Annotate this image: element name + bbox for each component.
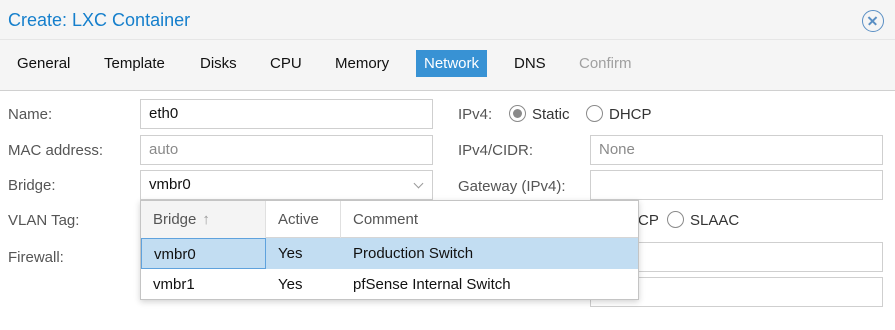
bridge-cell: vmbr0 <box>141 238 266 269</box>
vlan-tag-label: VLAN Tag: <box>8 212 80 229</box>
comment-cell: pfSense Internal Switch <box>353 276 511 293</box>
bridge-row-vmbr1[interactable]: vmbr1 Yes pfSense Internal Switch <box>141 269 638 300</box>
bridge-dropdown-header: Bridge ↑ Active Comment <box>141 201 638 238</box>
ipv4-cidr-input[interactable]: None <box>590 135 883 165</box>
ipv6-slaac-label[interactable]: SLAAC <box>690 212 739 229</box>
ipv4-dhcp-label[interactable]: DHCP <box>609 106 652 123</box>
bridge-row-vmbr0[interactable]: vmbr0 Yes Production Switch <box>141 238 638 269</box>
ipv4-static-radio[interactable] <box>509 105 526 122</box>
column-header-comment[interactable]: Comment <box>341 201 638 238</box>
active-cell: Yes <box>278 245 303 262</box>
tab-network[interactable]: Network <box>416 50 488 77</box>
tab-cpu[interactable]: CPU <box>262 50 310 77</box>
firewall-label: Firewall: <box>8 249 64 266</box>
active-cell: Yes <box>278 276 303 293</box>
name-input[interactable]: eth0 <box>140 99 433 129</box>
ipv6-dhcp-label[interactable]: CP <box>638 212 659 229</box>
chevron-down-icon[interactable] <box>413 178 424 189</box>
close-circle-icon[interactable] <box>862 10 884 32</box>
ipv4-label: IPv4: <box>458 106 493 123</box>
tab-template[interactable]: Template <box>96 50 173 77</box>
tab-confirm: Confirm <box>579 55 632 72</box>
tab-bar: General Template Disks CPU Memory Networ… <box>0 40 895 91</box>
gateway-ipv4-label: Gateway (IPv4): <box>458 178 566 195</box>
column-header-comment-label: Comment <box>353 211 419 228</box>
window-title: Create: LXC Container <box>8 10 191 30</box>
ipv4-cidr-label: IPv4/CIDR: <box>458 142 534 159</box>
column-header-active[interactable]: Active <box>266 201 341 238</box>
tab-dns[interactable]: DNS <box>506 50 554 77</box>
column-header-active-label: Active <box>278 211 319 228</box>
bridge-cell: vmbr1 <box>153 276 195 293</box>
tab-general[interactable]: General <box>9 50 78 77</box>
mac-address-label: MAC address: <box>8 142 104 159</box>
bridge-dropdown-list: Bridge ↑ Active Comment vmbr0 Yes Product… <box>140 200 639 300</box>
name-label: Name: <box>8 106 53 123</box>
comment-cell: Production Switch <box>353 245 474 262</box>
tab-disks[interactable]: Disks <box>192 50 245 77</box>
bridge-select[interactable]: vmbr0 <box>140 170 433 200</box>
mac-address-input[interactable]: auto <box>140 135 433 165</box>
sort-ascending-icon: ↑ <box>202 211 210 228</box>
column-header-bridge[interactable]: Bridge ↑ <box>141 201 266 238</box>
gateway-ipv4-input[interactable] <box>590 170 883 200</box>
column-header-bridge-label: Bridge <box>153 211 197 228</box>
bridge-select-value: vmbr0 <box>149 176 191 193</box>
bridge-label: Bridge: <box>8 177 56 194</box>
ipv6-slaac-radio[interactable] <box>667 211 684 228</box>
ipv4-static-label[interactable]: Static <box>532 106 570 123</box>
ipv4-dhcp-radio[interactable] <box>586 105 603 122</box>
window-titlebar: Create: LXC Container <box>0 0 895 40</box>
tab-memory[interactable]: Memory <box>327 50 397 77</box>
